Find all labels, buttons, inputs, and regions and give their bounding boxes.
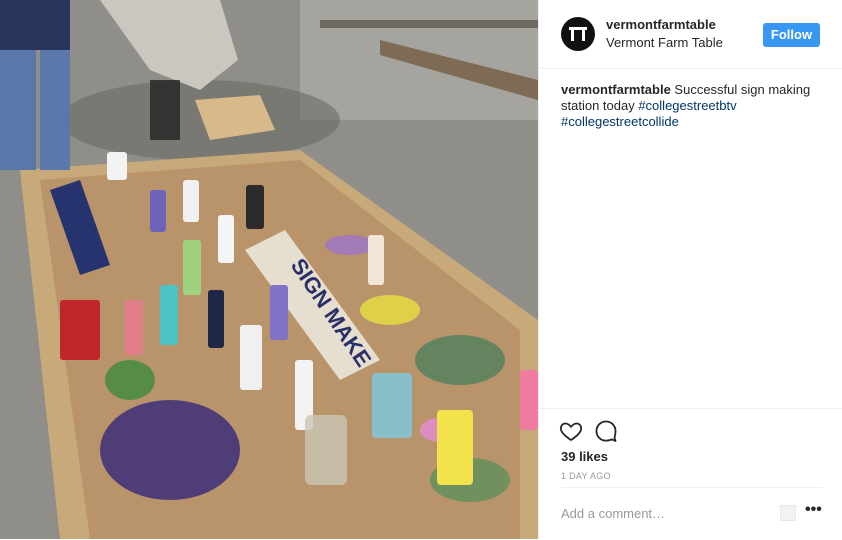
post-timestamp: 1 DAY AGO [561, 471, 611, 481]
emoji-box[interactable] [780, 505, 796, 521]
avatar[interactable] [561, 17, 595, 51]
comment-icon[interactable] [594, 419, 618, 443]
post-sidebar: vermontfarmtable Vermont Farm Table Foll… [538, 0, 842, 539]
hashtag-collegestreetcollide[interactable]: #collegestreetcollide [561, 114, 679, 129]
more-options-icon[interactable]: ••• [805, 501, 822, 519]
post-caption: vermontfarmtable Successful sign making … [561, 82, 823, 130]
instagram-post: SIGN MAKE vermontfarmtable Vermont Farm … [0, 0, 842, 539]
sign-making-station-photo: SIGN MAKE [0, 0, 538, 539]
hashtag-collegestreetbtv[interactable]: #collegestreetbtv [638, 98, 736, 113]
caption-username[interactable]: vermontfarmtable [561, 82, 671, 97]
header-full-name: Vermont Farm Table [606, 35, 723, 50]
post-photo[interactable]: SIGN MAKE [0, 0, 538, 539]
post-actions: 39 likes 1 DAY AGO ••• [539, 408, 842, 539]
header-username[interactable]: vermontfarmtable [606, 17, 716, 32]
likes-count[interactable]: 39 likes [561, 449, 608, 464]
comment-input[interactable] [561, 502, 761, 524]
post-header: vermontfarmtable Vermont Farm Table Foll… [539, 0, 842, 69]
avatar-table-logo [569, 27, 587, 41]
comment-bar: ••• [561, 487, 823, 540]
follow-button[interactable]: Follow [763, 23, 820, 47]
heart-icon[interactable] [559, 419, 583, 443]
